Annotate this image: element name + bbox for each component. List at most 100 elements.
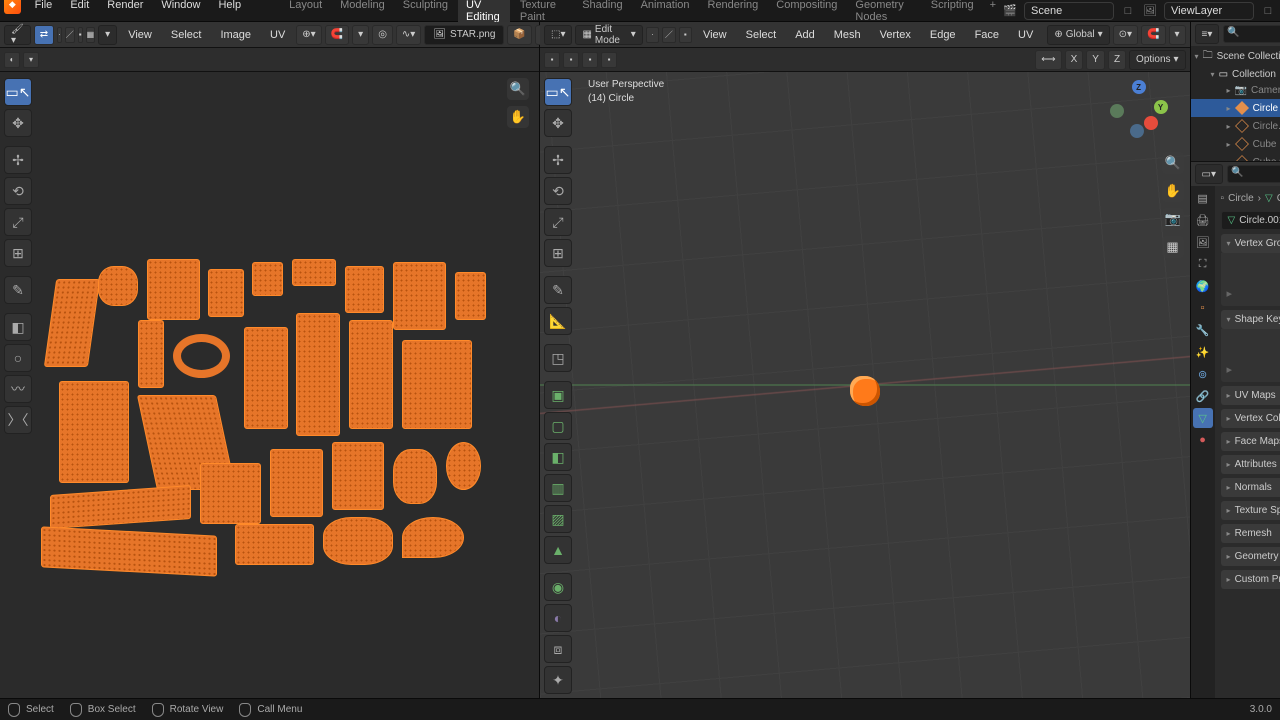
- sel-face[interactable]: ▪: [679, 27, 692, 43]
- axis-y[interactable]: Y: [1154, 100, 1168, 114]
- uv-menu-image[interactable]: Image: [212, 26, 259, 44]
- tool-select-box[interactable]: ▭↖: [544, 78, 572, 106]
- tool-cursor-3d[interactable]: ✥: [544, 109, 572, 137]
- tool-rotate-3d[interactable]: ⟲: [544, 177, 572, 205]
- sel-edge[interactable]: ／: [662, 27, 675, 43]
- mesh-name-field[interactable]: ▽ Circle.001 🛡: [1221, 211, 1280, 230]
- options-dropdown[interactable]: Options ▾: [1129, 50, 1186, 70]
- ptab-modifier[interactable]: 🔧: [1193, 320, 1213, 340]
- snap-dropdown[interactable]: ▾: [1169, 25, 1186, 45]
- tool-edge-slide[interactable]: ⧈: [544, 635, 572, 663]
- tool-annotate-3d[interactable]: ✎: [544, 276, 572, 304]
- uv-editor-type-dropdown[interactable]: 🖌▾: [4, 25, 31, 45]
- outliner-item-cube001[interactable]: ▸ Cube.001 👁📷: [1191, 153, 1280, 162]
- ptab-particle[interactable]: ✨: [1193, 342, 1213, 362]
- viewlayer-name-input[interactable]: [1164, 2, 1254, 20]
- uv-sync-button[interactable]: ⇄: [34, 25, 54, 45]
- panel-vertex-groups[interactable]: ▾Vertex Groups: [1221, 234, 1280, 253]
- ptab-material[interactable]: ●: [1193, 430, 1213, 450]
- tool-transform[interactable]: ⊞: [4, 239, 32, 267]
- outliner-type-dropdown[interactable]: ≡▾: [1195, 24, 1220, 44]
- tool-shrink[interactable]: ✦: [544, 666, 572, 694]
- tool-rotate[interactable]: ⟲: [4, 177, 32, 205]
- v3d-menu-vertex[interactable]: Vertex: [872, 26, 919, 44]
- uv-sel-edge[interactable]: ／: [65, 27, 75, 43]
- v3d-menu-select[interactable]: Select: [738, 26, 785, 44]
- tool-add-cube[interactable]: ◳: [544, 344, 572, 372]
- uv-overlay-toggle[interactable]: ◐: [4, 52, 20, 68]
- mirror-y[interactable]: Y: [1086, 50, 1105, 70]
- panel-geometry-data[interactable]: ▸Geometry Data: [1221, 547, 1280, 566]
- panel-normals[interactable]: ▸Normals: [1221, 478, 1280, 497]
- tool-move-3d[interactable]: ✢: [544, 146, 572, 174]
- v3d-menu-edge[interactable]: Edge: [922, 26, 964, 44]
- perspective-icon[interactable]: ▦: [1162, 236, 1184, 258]
- outliner-item-circle[interactable]: ▸ Circle ▽ 👁📷: [1191, 99, 1280, 117]
- panel-shape-keys[interactable]: ▾Shape Keys: [1221, 310, 1280, 329]
- tool-move[interactable]: ✢: [4, 146, 32, 174]
- tool-spin[interactable]: ◉: [544, 573, 572, 601]
- tool-cursor[interactable]: ✥: [4, 109, 32, 137]
- uv-zoom-icon[interactable]: 🔍: [507, 78, 529, 100]
- uv-menu-uv[interactable]: UV: [262, 26, 293, 44]
- uv-sel-face[interactable]: ▪: [78, 27, 83, 43]
- mesh-object[interactable]: [850, 376, 880, 406]
- mesh-sel-1[interactable]: ▪: [544, 52, 560, 68]
- tool-grab[interactable]: ○: [4, 344, 32, 372]
- disclosure-icon[interactable]: ▸: [1227, 122, 1231, 131]
- panel-face-maps[interactable]: ▸Face Maps: [1221, 432, 1280, 451]
- ptab-object[interactable]: ▫: [1193, 298, 1213, 318]
- axis-neg-z[interactable]: [1130, 124, 1144, 138]
- tool-knife[interactable]: ▨: [544, 505, 572, 533]
- disclosure-icon[interactable]: ▸: [1227, 86, 1231, 95]
- pan-icon[interactable]: ✋: [1162, 180, 1184, 202]
- blender-logo-icon[interactable]: ◆: [4, 0, 21, 14]
- panel-uv-maps[interactable]: ▸UV Maps: [1221, 386, 1280, 405]
- disclosure-icon[interactable]: ▸: [1227, 140, 1231, 149]
- axis-x[interactable]: [1144, 116, 1158, 130]
- scene-browse-icon[interactable]: 🎬: [1002, 3, 1018, 19]
- uv-viewport[interactable]: ▭↖ ✥ ✢ ⟲ ⤢ ⊞ ✎ ◧ ○ 〰 〉〈 🔍 ✋: [0, 72, 539, 698]
- uv-sel-vert[interactable]: ·: [57, 27, 62, 43]
- outliner-item-cube[interactable]: ▸ Cube ▽ 👁📷: [1191, 135, 1280, 153]
- ptab-viewlayer[interactable]: 🖼: [1193, 232, 1213, 252]
- tool-scale-3d[interactable]: ⤢: [544, 208, 572, 236]
- ptab-render[interactable]: ▤: [1193, 188, 1213, 208]
- outliner-scene-collection[interactable]: ▾ 🗀 Scene Collection: [1191, 46, 1280, 67]
- image-unpack-button[interactable]: 📦: [507, 25, 531, 45]
- v3d-menu-view[interactable]: View: [695, 26, 735, 44]
- tool-bevel[interactable]: ◧: [544, 443, 572, 471]
- mesh-sel-4[interactable]: ▪: [601, 52, 617, 68]
- ptab-world[interactable]: 🌍: [1193, 276, 1213, 296]
- mirror-x[interactable]: X: [1065, 50, 1084, 70]
- tool-poly-build[interactable]: ▲: [544, 536, 572, 564]
- mesh-sel-3[interactable]: ▪: [582, 52, 598, 68]
- uv-menu-view[interactable]: View: [120, 26, 160, 44]
- scene-name-input[interactable]: [1024, 2, 1114, 20]
- uv-menu-select[interactable]: Select: [163, 26, 210, 44]
- scene-new-icon[interactable]: □: [1120, 3, 1136, 19]
- tool-tweak[interactable]: ▭↖: [4, 78, 32, 106]
- mode-dropdown[interactable]: ▦Edit Mode ▾: [575, 25, 642, 45]
- tool-smooth[interactable]: ◐: [544, 604, 572, 632]
- tool-loop-cut[interactable]: ▥: [544, 474, 572, 502]
- v3d-menu-uv[interactable]: UV: [1010, 26, 1041, 44]
- props-display-dropdown[interactable]: ▭▾: [1195, 164, 1223, 184]
- disclosure-icon[interactable]: ▾: [1211, 70, 1215, 79]
- image-datablock[interactable]: 🖼STAR.png: [424, 25, 504, 45]
- disclosure-icon[interactable]: ▾: [1195, 52, 1199, 61]
- zoom-icon[interactable]: 🔍: [1162, 152, 1184, 174]
- uv-snap-button[interactable]: 🧲: [325, 25, 349, 45]
- tool-pinch[interactable]: 〉〈: [4, 406, 32, 434]
- panel-texture-space[interactable]: ▸Texture Space: [1221, 501, 1280, 520]
- tool-annotate[interactable]: ✎: [4, 276, 32, 304]
- view3d-viewport[interactable]: ▭↖ ✥ ✢ ⟲ ⤢ ⊞ ✎ 📐 ◳ ▣ ▢ ◧ ▥ ▨ ▲ ◉ ◐ ⧈ ✦ ▱: [540, 72, 1190, 698]
- sel-vert[interactable]: ·: [646, 27, 659, 43]
- panel-custom-properties[interactable]: ▸Custom Properties: [1221, 570, 1280, 589]
- viewlayer-new-icon[interactable]: □: [1260, 3, 1276, 19]
- orientation-dropdown[interactable]: ⊕ Global ▾: [1047, 25, 1109, 45]
- pivot-dropdown[interactable]: ⊙▾: [1113, 25, 1138, 45]
- mesh-sel-2[interactable]: ▪: [563, 52, 579, 68]
- camera-icon[interactable]: 📷: [1162, 208, 1184, 230]
- snap-button[interactable]: 🧲: [1141, 25, 1165, 45]
